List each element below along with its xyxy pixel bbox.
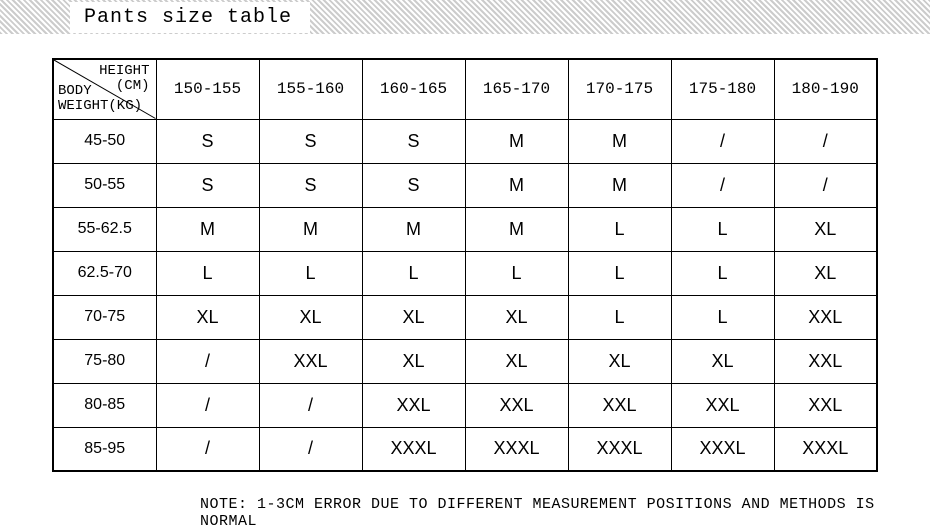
size-cell: S [156,119,259,163]
row-header: 75-80 [53,339,156,383]
weight-label: WEIGHT(KG) [58,98,142,114]
table-row: 70-75XLXLXLXLLLXXL [53,295,877,339]
size-cell: / [774,119,877,163]
size-cell: XXL [568,383,671,427]
size-cell: M [465,207,568,251]
corner-bottom-label: BODY WEIGHT(KG) [58,84,142,115]
table-body: 45-50SSSMM//50-55SSSMM//55-62.5MMMMLLXL6… [53,119,877,471]
size-table: HEIGHT (CM) BODY WEIGHT(KG) 150-155 155-… [52,58,878,472]
size-cell: M [568,119,671,163]
footnote: NOTE: 1-3CM ERROR DUE TO DIFFERENT MEASU… [0,482,930,530]
size-cell: XL [671,339,774,383]
table-row: 62.5-70LLLLLLXL [53,251,877,295]
size-cell: M [259,207,362,251]
size-cell: L [568,207,671,251]
size-cell: L [568,295,671,339]
body-label: BODY [58,83,92,99]
size-cell: XL [259,295,362,339]
size-cell: L [156,251,259,295]
size-cell: / [671,163,774,207]
row-header: 45-50 [53,119,156,163]
size-cell: L [671,251,774,295]
col-header: 180-190 [774,59,877,119]
table-row: 75-80/XXLXLXLXLXLXXL [53,339,877,383]
size-cell: L [259,251,362,295]
col-header: 155-160 [259,59,362,119]
size-cell: L [362,251,465,295]
size-cell: M [465,163,568,207]
row-header: 85-95 [53,427,156,471]
size-cell: M [568,163,671,207]
size-cell: M [362,207,465,251]
corner-cell: HEIGHT (CM) BODY WEIGHT(KG) [53,59,156,119]
size-cell: / [774,163,877,207]
table-row: 55-62.5MMMMLLXL [53,207,877,251]
table-header-row: HEIGHT (CM) BODY WEIGHT(KG) 150-155 155-… [53,59,877,119]
size-cell: L [465,251,568,295]
size-cell: M [465,119,568,163]
size-cell: XXXL [774,427,877,471]
size-cell: XXL [774,295,877,339]
col-header: 170-175 [568,59,671,119]
size-cell: XXL [465,383,568,427]
col-header: 150-155 [156,59,259,119]
size-cell: XL [362,295,465,339]
size-cell: / [259,427,362,471]
size-cell: S [156,163,259,207]
height-label: HEIGHT [99,63,149,79]
size-cell: / [156,339,259,383]
size-cell: XXXL [362,427,465,471]
size-cell: L [671,295,774,339]
page-title: Pants size table [70,2,310,33]
size-cell: XXL [259,339,362,383]
row-header: 55-62.5 [53,207,156,251]
size-cell: XL [362,339,465,383]
size-cell: XL [465,339,568,383]
size-cell: S [362,119,465,163]
table-row: 85-95//XXXLXXXLXXXLXXXLXXXL [53,427,877,471]
size-cell: XXXL [671,427,774,471]
row-header: 50-55 [53,163,156,207]
size-cell: / [671,119,774,163]
size-cell: XXXL [465,427,568,471]
size-cell: XL [774,207,877,251]
col-header: 175-180 [671,59,774,119]
size-cell: L [671,207,774,251]
size-cell: XXXL [568,427,671,471]
col-header: 165-170 [465,59,568,119]
size-cell: XL [774,251,877,295]
row-header: 80-85 [53,383,156,427]
size-cell: XXL [774,383,877,427]
size-cell: / [259,383,362,427]
size-cell: S [362,163,465,207]
size-cell: XXL [671,383,774,427]
size-cell: S [259,119,362,163]
col-header: 160-165 [362,59,465,119]
size-cell: XL [156,295,259,339]
size-cell: L [568,251,671,295]
table-row: 50-55SSSMM// [53,163,877,207]
size-cell: XXL [774,339,877,383]
size-cell: XL [568,339,671,383]
size-cell: M [156,207,259,251]
size-cell: XXL [362,383,465,427]
table-row: 45-50SSSMM// [53,119,877,163]
size-cell: XL [465,295,568,339]
row-header: 70-75 [53,295,156,339]
size-cell: / [156,427,259,471]
table-row: 80-85//XXLXXLXXLXXLXXL [53,383,877,427]
row-header: 62.5-70 [53,251,156,295]
table-container: HEIGHT (CM) BODY WEIGHT(KG) 150-155 155-… [0,34,930,482]
header-band: Pants size table [0,0,930,34]
size-cell: / [156,383,259,427]
size-cell: S [259,163,362,207]
